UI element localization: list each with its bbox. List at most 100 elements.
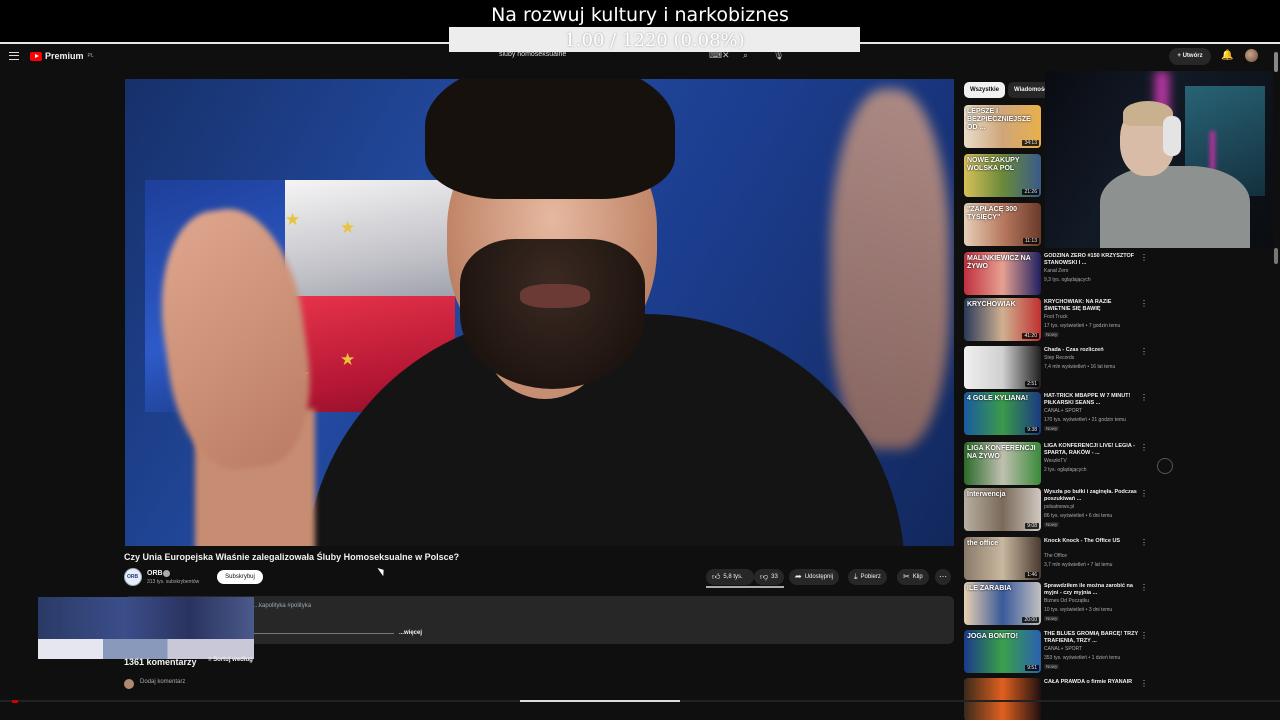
video-duration: 9:08 xyxy=(1025,523,1039,529)
like-button[interactable]: 👍︎ 5,8 tys. xyxy=(706,569,754,585)
recommendation-item[interactable]: JOGA BONITO! 9:51 THE BLUES GROMIĄ BARCĘ! … xyxy=(964,630,1148,674)
recommendation-item[interactable]: Interwencja 9:08 Wyszła po bułki i zaginęł… xyxy=(964,488,1148,532)
recommendation-item[interactable]: 2:51 Chada - Czas rozliczeń Step Records 7,… xyxy=(964,346,1148,390)
video-thumbnail[interactable]: Interwencja 9:08 xyxy=(964,488,1041,531)
thumbnail-text: LEPSZE I BEZPIECZNIEJSZE OD ... xyxy=(967,108,1031,131)
youtube-play-icon xyxy=(30,51,42,61)
recommendation-channel[interactable]: WeszłoTV xyxy=(1044,458,1067,464)
download-button[interactable]: ⤓ Pobierz xyxy=(848,569,887,585)
sidebar-scrollbar-thumb[interactable] xyxy=(1274,248,1278,264)
recommendation-channel[interactable]: CANAL+ SPORT xyxy=(1044,646,1082,652)
recommendation-item[interactable]: KRYCHOWIAK 41:20 KRYCHOWIAK: NA RAZIE ŚWIE… xyxy=(964,298,1148,342)
recommendation-channel[interactable]: CANAL+ SPORT xyxy=(1044,408,1082,414)
menu-icon[interactable] xyxy=(9,52,19,60)
recommendation-title[interactable]: THE BLUES GROMIĄ BARCĘ! TRZY TRAFIENIA, … xyxy=(1044,631,1139,645)
description-tags[interactable]: ...kapolityka #polityka xyxy=(254,603,311,609)
thumbnail-text: 4 GOLE KYLIANA! xyxy=(967,395,1029,402)
recommendation-title[interactable]: KRYCHOWIAK: NA RAZIE ŚWIETNIE SIĘ BAWIĘ xyxy=(1044,299,1139,313)
recommendation-item[interactable]: the office 1:46 Knock Knock - The Office U… xyxy=(964,537,1148,581)
thumbnail-text: Interwencja xyxy=(967,491,1006,498)
recommendation-title[interactable]: GODZINA ZERO #150 KRZYSZTOF STANOWSKI I … xyxy=(1044,253,1139,267)
recommendation-title[interactable]: Wyszła po bułki i zaginęła. Podczas posz… xyxy=(1044,489,1139,503)
clip-label: Klip xyxy=(912,574,923,580)
recommendation-title[interactable]: HAT-TRICK MBAPPE W 7 MINUT! PIŁKARSKI SE… xyxy=(1044,393,1139,407)
video-player[interactable]: ★ ★ ★ ★ xyxy=(125,79,954,546)
video-thumbnail[interactable] xyxy=(964,678,1041,720)
channel-avatar[interactable] xyxy=(124,568,142,586)
loading-spinner-icon xyxy=(1157,458,1173,474)
recommendation-title[interactable]: Knock Knock - The Office US xyxy=(1044,538,1139,545)
recommendation-item[interactable]: CAŁA PRAWDA o firmie RYANAIR ⋮ xyxy=(964,678,1148,720)
recommendation-item[interactable]: ILE ZARABIA 20:00 Sprawdziłem ile można za… xyxy=(964,582,1148,626)
video-thumbnail[interactable]: KRYCHOWIAK 41:20 xyxy=(964,298,1041,341)
notifications-bell-icon[interactable]: 🔔 xyxy=(1221,50,1233,61)
video-thumbnail[interactable]: "ZAPŁACĘ 300 TYSIĘCY" 11:13 xyxy=(964,203,1041,246)
scrollbar-thumb[interactable] xyxy=(1274,52,1278,72)
recommendation-meta: 170 tys. wyświetleń • 21 godzin temu xyxy=(1044,417,1126,423)
taskbar-indicator xyxy=(520,700,680,702)
recommendation-title[interactable]: Sprawdziłem ile można zarobić na myjni -… xyxy=(1044,583,1139,597)
video-thumbnail[interactable]: NOWE ZAKUPY WOLSKA POL 21:26 xyxy=(964,154,1041,197)
more-vertical-icon[interactable]: ⋮ xyxy=(1140,538,1148,547)
search-input[interactable]: śluby homoseksualne xyxy=(499,51,566,58)
recommendation-channel[interactable]: Foot Truck xyxy=(1044,314,1068,320)
thumbnail-text: ILE ZARABIA xyxy=(967,585,1012,592)
more-vertical-icon[interactable]: ⋮ xyxy=(1140,393,1148,402)
thumbnail-text: the office xyxy=(967,540,999,547)
chip-all[interactable]: Wszystkie xyxy=(964,82,1006,98)
clip-button[interactable]: ✂ Klip xyxy=(897,569,929,585)
recommendation-meta: 9,3 tys. oglądających xyxy=(1044,277,1091,283)
more-vertical-icon[interactable]: ⋮ xyxy=(1140,299,1148,308)
account-avatar[interactable] xyxy=(1245,49,1258,62)
recommendation-item[interactable]: 4 GOLE KYLIANA! 9:38 HAT-TRICK MBAPPE W 7 … xyxy=(964,392,1148,436)
youtube-logo[interactable]: Premium PL xyxy=(30,51,94,61)
thumbs-down-icon: 👎︎ xyxy=(760,572,769,581)
video-thumbnail[interactable]: ILE ZARABIA 20:00 xyxy=(964,582,1041,625)
add-comment-input[interactable]: Dodaj komentarz xyxy=(140,679,185,685)
sort-comments-button[interactable]: ≡ Sortuj według xyxy=(208,657,253,663)
recommendation-title[interactable]: LIGA KONFERENCJI LIVE! LEGIA - SPARTA, R… xyxy=(1044,443,1139,457)
video-thumbnail[interactable]: JOGA BONITO! 9:51 xyxy=(964,630,1041,673)
channel-name[interactable]: ORB xyxy=(147,570,163,577)
more-vertical-icon[interactable]: ⋮ xyxy=(1140,679,1148,688)
video-thumbnail[interactable]: 2:51 xyxy=(964,346,1041,389)
recommendation-channel[interactable]: Kanał Zero xyxy=(1044,268,1068,274)
video-thumbnail[interactable]: 4 GOLE KYLIANA! 9:38 xyxy=(964,392,1041,435)
video-thumbnail[interactable]: LEPSZE I BEZPIECZNIEJSZE OD ... 34:13 xyxy=(964,105,1041,148)
video-duration: 2:51 xyxy=(1025,381,1039,387)
page-scrollbar[interactable] xyxy=(1273,52,1278,692)
video-thumbnail[interactable]: LIGA KONFERENCJI NA ŻYWO xyxy=(964,442,1041,485)
more-vertical-icon[interactable]: ⋮ xyxy=(1140,443,1148,452)
recommendation-channel[interactable]: polsatnews.pl xyxy=(1044,504,1074,510)
recommendation-channel[interactable]: The Office xyxy=(1044,553,1067,559)
recommendation-meta: 7,4 mln wyświetleń • 16 lat temu xyxy=(1044,364,1116,370)
show-more-link[interactable]: ...więcej xyxy=(399,630,422,636)
recommendation-meta: 3,7 mln wyświetleń • 7 lat temu xyxy=(1044,562,1113,568)
recommendation-item[interactable]: MALINKIEWICZ NA ŻYWO GODZINA ZERO #150 KR… xyxy=(964,252,1148,296)
recommendation-title[interactable]: Chada - Czas rozliczeń xyxy=(1044,347,1139,354)
download-label: Pobierz xyxy=(860,574,881,580)
video-thumbnail[interactable]: MALINKIEWICZ NA ŻYWO xyxy=(964,252,1041,295)
share-button[interactable]: ➦ Udostępnij xyxy=(789,569,840,585)
video-thumbnail[interactable]: the office 1:46 xyxy=(964,537,1041,580)
recommendation-title[interactable]: CAŁA PRAWDA o firmie RYANAIR xyxy=(1044,679,1139,686)
more-vertical-icon[interactable]: ⋮ xyxy=(1140,583,1148,592)
new-badge: Nowy xyxy=(1044,426,1060,431)
progress-counter: 1.00 / 1220 (0.08%) xyxy=(449,27,860,52)
more-actions-button[interactable]: ⋯ xyxy=(935,569,951,585)
presenter-hand-right xyxy=(830,89,950,449)
more-vertical-icon[interactable]: ⋮ xyxy=(1140,253,1148,262)
dislike-button[interactable]: 👎︎ 33 xyxy=(754,569,784,585)
thumbnail-text: NOWE ZAKUPY WOLSKA POL xyxy=(967,157,1020,172)
recommendation-item[interactable]: LIGA KONFERENCJI NA ŻYWO LIGA KONFERENCJI… xyxy=(964,442,1148,486)
thumbnail-text: MALINKIEWICZ NA ŻYWO xyxy=(967,255,1031,270)
more-vertical-icon[interactable]: ⋮ xyxy=(1140,489,1148,498)
subscribe-button[interactable]: Subskrybuj xyxy=(217,570,263,584)
create-button[interactable]: + Utwórz xyxy=(1169,48,1211,65)
recommendation-channel[interactable]: Step Records xyxy=(1044,355,1074,361)
create-label: Utwórz xyxy=(1182,53,1203,59)
recommendation-channel[interactable]: Biznes Od Początku xyxy=(1044,598,1089,604)
more-vertical-icon[interactable]: ⋮ xyxy=(1140,347,1148,356)
subscriber-count: 313 tys. subskrybentów xyxy=(147,579,200,585)
more-vertical-icon[interactable]: ⋮ xyxy=(1140,631,1148,640)
